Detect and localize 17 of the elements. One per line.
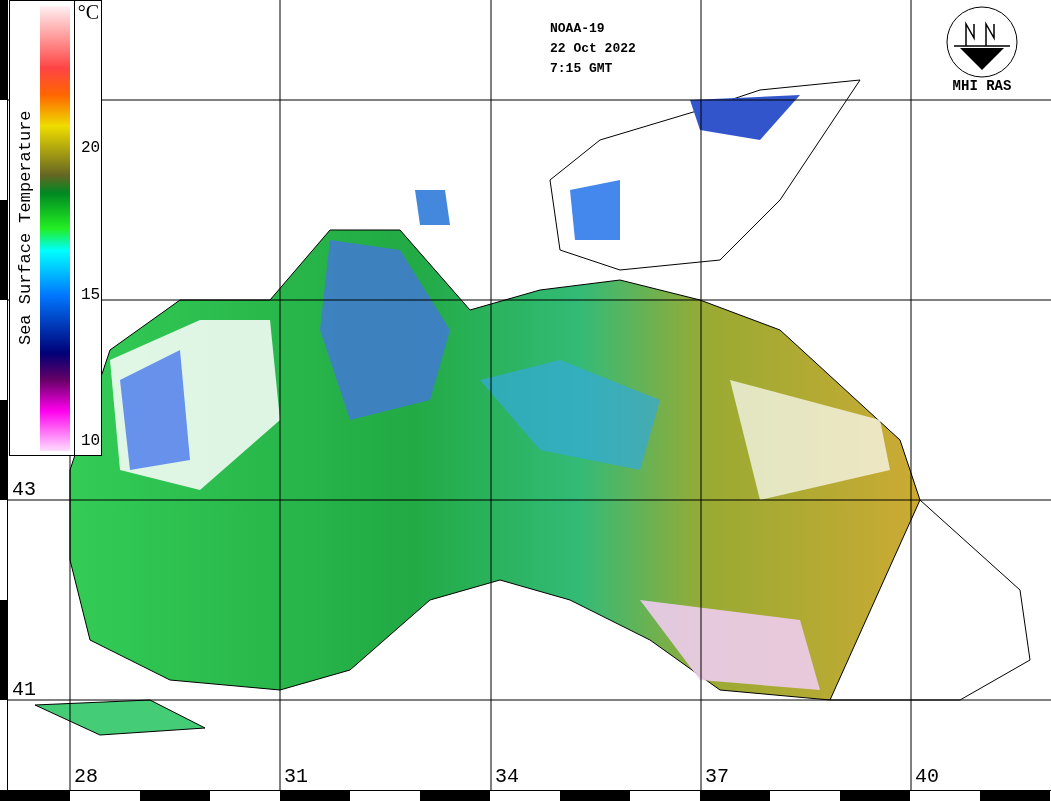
header-text: 22 Oct 2022 (550, 40, 636, 57)
unit-label: °C (77, 2, 99, 22)
tick-label: 15 (81, 287, 101, 303)
longitude-label: 28 (74, 767, 98, 787)
header-text: NOAA-19 (550, 20, 606, 37)
latitude-label: 41 (12, 680, 36, 700)
longitude-label: 34 (495, 767, 519, 787)
latitude-label: 43 (12, 480, 36, 500)
logo-text: MHI RAS (952, 78, 1012, 96)
longitude-label: 31 (284, 767, 308, 787)
longitude-label: 40 (915, 767, 939, 787)
tick-label: 20 (81, 140, 101, 156)
colorbar-title: Sea Surface Temperature (14, 110, 36, 346)
color-scale-icon (40, 6, 70, 451)
longitude-label: 37 (705, 767, 729, 787)
tick-label: 10 (81, 433, 101, 449)
header-text: 7:15 GMT (550, 60, 614, 77)
